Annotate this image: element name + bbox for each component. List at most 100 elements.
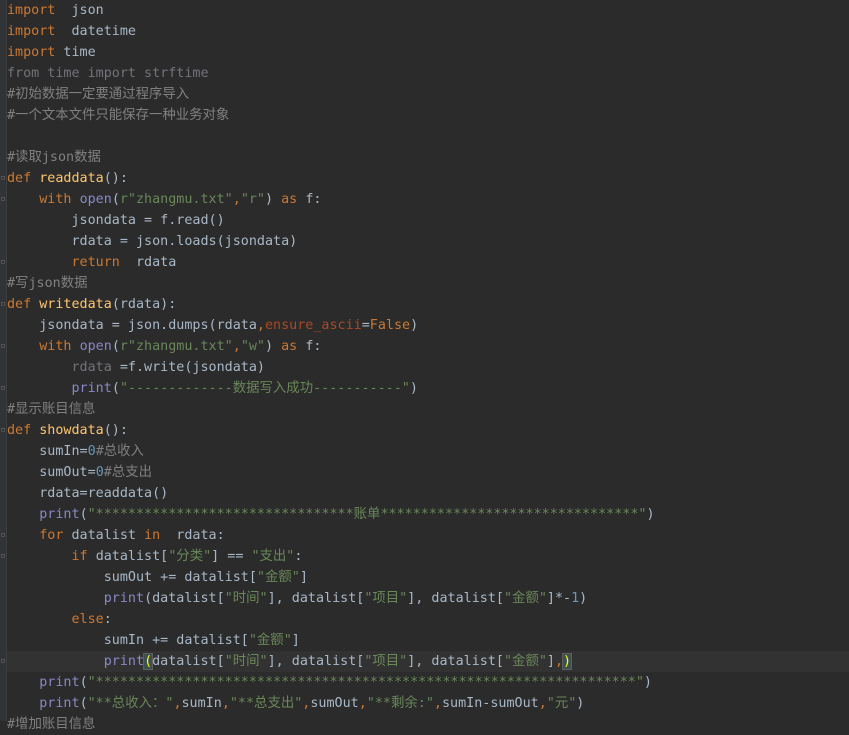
fold-marker-icon[interactable]: ▫ — [0, 294, 6, 315]
code-line[interactable]: ▫ print(datalist["时间"], datalist["项目"], … — [0, 651, 849, 672]
code-token: print — [71, 381, 112, 396]
fold-marker-icon[interactable]: ▫ — [0, 189, 6, 210]
fold-marker-icon[interactable]: ▫ — [0, 336, 6, 357]
code-line[interactable]: sumIn += datalist["金额"] — [7, 630, 849, 651]
code-token: "-------------数据写入成功-----------" — [119, 381, 410, 396]
code-token: def — [7, 423, 40, 438]
code-line[interactable] — [7, 126, 849, 147]
code-token: 1 — [571, 591, 580, 606]
code-token: as — [281, 339, 306, 354]
code-token: , — [232, 339, 241, 354]
code-token: rdata: — [160, 528, 225, 543]
code-line[interactable]: #一个文本文件只能保存一种业务对象 — [7, 105, 849, 126]
code-line[interactable]: sumIn=0#总收入 — [7, 441, 849, 462]
fold-marker-icon[interactable]: ▫ — [0, 252, 6, 273]
code-line[interactable]: #显示账目信息 — [7, 399, 849, 420]
code-token: "金额" — [504, 654, 547, 669]
fold-marker-icon[interactable]: ▫ — [0, 546, 6, 567]
code-token: ], datalist[ — [267, 591, 365, 606]
code-token: ] — [546, 654, 555, 669]
code-token: ] == — [211, 549, 252, 564]
fold-marker-icon[interactable]: ▫ — [0, 420, 6, 441]
code-area[interactable]: import json import datetime import time fro… — [0, 0, 849, 735]
code-line[interactable]: rdata = json.loads(jsondata) — [7, 231, 849, 252]
editor-gutter[interactable] — [0, 0, 7, 721]
code-token: json — [71, 3, 104, 18]
code-token: print — [39, 675, 80, 690]
code-token: 0 — [95, 465, 104, 480]
code-line[interactable]: #增加账目信息 — [7, 714, 849, 735]
code-token: in — [144, 528, 161, 543]
code-token: (datalist[ — [144, 591, 225, 606]
code-line[interactable]: import datetime — [7, 21, 849, 42]
code-line[interactable]: ▫ print("-------------数据写入成功-----------"… — [0, 378, 849, 399]
code-line[interactable]: import json — [7, 0, 849, 21]
code-line[interactable]: print(datalist["时间"], datalist["项目"], da… — [7, 588, 849, 609]
code-token: #显示账目信息 — [7, 402, 96, 417]
code-token: for — [39, 528, 72, 543]
code-line[interactable]: print("*********************************… — [7, 672, 849, 693]
code-token: "r" — [240, 192, 265, 207]
code-line[interactable]: rdata=readdata() — [7, 483, 849, 504]
code-token: from time import strftime — [7, 66, 209, 81]
code-line[interactable]: jsondata = json.dumps(rdata,ensure_ascii… — [7, 315, 849, 336]
code-line[interactable]: #读取json数据 — [7, 147, 849, 168]
code-token: ( — [111, 192, 120, 207]
code-editor[interactable]: import json import datetime import time fro… — [0, 0, 849, 732]
code-line[interactable]: from time import strftime — [7, 63, 849, 84]
code-token: sumIn-sumOut — [441, 696, 539, 711]
code-token: , — [232, 192, 241, 207]
fold-marker-icon[interactable]: ▫ — [0, 168, 6, 189]
code-line[interactable]: sumOut += datalist["金额"] — [7, 567, 849, 588]
code-token: print — [39, 696, 80, 711]
code-line[interactable]: #初始数据一定要通过程序导入 — [7, 84, 849, 105]
fold-marker-icon[interactable]: ▫ — [0, 378, 6, 399]
code-line[interactable]: ▫ if datalist["分类"] == "支出": — [0, 546, 849, 567]
code-line[interactable]: #写json数据 — [7, 273, 849, 294]
code-token: ) — [579, 591, 588, 606]
code-token: "时间" — [224, 591, 268, 606]
code-token: rdata = json.loads(jsondata) — [7, 234, 298, 249]
code-line[interactable]: ▫ def readdata(): — [0, 168, 849, 189]
code-line[interactable]: rdata =f.write(jsondata) — [7, 357, 849, 378]
code-token: rdata — [71, 360, 112, 375]
code-token: = — [361, 318, 370, 333]
code-token: ]*- — [546, 591, 572, 606]
code-token: "支出" — [251, 549, 295, 564]
code-token: ] — [291, 633, 300, 648]
code-line[interactable]: ▫ def writedata(rdata): — [0, 294, 849, 315]
code-line[interactable]: ▫ def showdata(): — [0, 420, 849, 441]
code-token: #写json数据 — [7, 276, 88, 291]
code-line[interactable]: print("**总收入：",sumIn,"**总支出",sumOut,"**剩… — [7, 693, 849, 714]
code-line[interactable]: ▫ with open(r"zhangmu.txt","w") as f: — [0, 336, 849, 357]
code-line[interactable]: ▫ for datalist in rdata: — [0, 525, 849, 546]
code-line[interactable]: import time — [7, 42, 849, 63]
code-line[interactable]: sumOut=0#总支出 — [7, 462, 849, 483]
code-token: datalist[ — [95, 549, 169, 564]
fold-marker-icon[interactable]: ▫ — [0, 525, 6, 546]
code-token: rdata=readdata() — [7, 486, 169, 501]
code-token: "金额" — [248, 633, 292, 648]
code-token: ( — [79, 675, 88, 690]
code-token: print — [103, 591, 145, 606]
code-token: (rdata): — [111, 297, 177, 312]
code-token: , — [221, 696, 230, 711]
code-line[interactable]: ▫ return rdata — [0, 252, 849, 273]
code-token: "********************************账单*****… — [87, 507, 647, 522]
fold-marker-icon[interactable]: ▫ — [0, 651, 6, 672]
code-token: import — [7, 3, 56, 18]
code-line[interactable]: print("********************************账… — [7, 504, 849, 525]
code-line[interactable]: else: — [7, 609, 849, 630]
code-token: : — [103, 612, 112, 627]
code-token: ) — [643, 675, 652, 690]
code-token: "***************************************… — [87, 675, 644, 690]
code-token: #一个文本文件只能保存一种业务对象 — [7, 108, 230, 123]
code-token: #初始数据一定要通过程序导入 — [7, 87, 190, 102]
code-line[interactable]: jsondata = f.read() — [7, 210, 849, 231]
code-token: ] — [299, 570, 308, 585]
code-line[interactable]: ▫ with open(r"zhangmu.txt","r") as f: — [0, 189, 849, 210]
code-token: "分类" — [168, 549, 212, 564]
code-token: ], datalist[ — [407, 591, 504, 606]
